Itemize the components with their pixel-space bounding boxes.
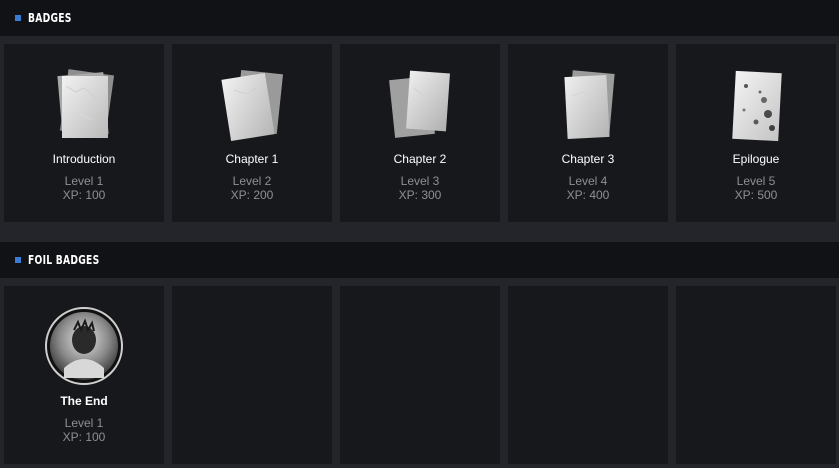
badge-xp: XP: 300 <box>398 188 442 202</box>
badge-name: Introduction <box>52 152 116 166</box>
badge-card[interactable]: Epilogue Level 5 XP: 500 <box>676 44 836 222</box>
foil-badges-section-title: FOIL BADGES <box>28 253 100 267</box>
paper-stack-icon <box>57 69 115 138</box>
foil-badge-name: The End <box>60 394 108 408</box>
paper-stack-icon <box>389 70 450 138</box>
portrait-medallion-icon <box>45 307 123 385</box>
badge-xp: XP: 200 <box>230 188 274 202</box>
stained-paper-icon <box>732 70 782 142</box>
section-marker-icon <box>15 15 21 21</box>
foil-badges-section-header: FOIL BADGES <box>0 242 839 278</box>
empty-badge-slot <box>172 286 332 464</box>
badge-xp: XP: 100 <box>62 188 106 202</box>
badge-level: Level 4 <box>568 174 608 188</box>
badge-card[interactable]: Introduction Level 1 XP: 100 <box>4 44 164 222</box>
paper-stack-icon <box>564 70 615 140</box>
badges-grid: Introduction Level 1 XP: 100 Chapter 1 L… <box>4 44 836 222</box>
badge-level: Level 5 <box>736 174 776 188</box>
badge-xp: XP: 400 <box>566 188 610 202</box>
foil-badge-xp: XP: 100 <box>62 430 106 444</box>
badge-name: Chapter 3 <box>561 152 615 166</box>
foil-badges-grid: The End Level 1 XP: 100 <box>4 286 836 464</box>
badge-card[interactable]: Chapter 1 Level 2 XP: 200 <box>172 44 332 222</box>
badge-level: Level 1 <box>64 174 104 188</box>
badge-level: Level 2 <box>232 174 272 188</box>
badge-card[interactable]: Chapter 3 Level 4 XP: 400 <box>508 44 668 222</box>
badge-card[interactable]: Chapter 2 Level 3 XP: 300 <box>340 44 500 222</box>
empty-badge-slot <box>508 286 668 464</box>
badge-name: Chapter 1 <box>225 152 279 166</box>
badge-level: Level 3 <box>400 174 440 188</box>
badge-name: Chapter 2 <box>393 152 447 166</box>
empty-badge-slot <box>340 286 500 464</box>
section-marker-icon <box>15 257 21 263</box>
badge-xp: XP: 500 <box>734 188 778 202</box>
paper-stack-icon <box>221 69 284 142</box>
badges-section-header: BADGES <box>0 0 839 36</box>
foil-badge-card[interactable]: The End Level 1 XP: 100 <box>4 286 164 464</box>
badge-name: Epilogue <box>732 152 780 166</box>
badges-section-title: BADGES <box>28 11 72 25</box>
empty-badge-slot <box>676 286 836 464</box>
foil-badge-level: Level 1 <box>64 416 104 430</box>
